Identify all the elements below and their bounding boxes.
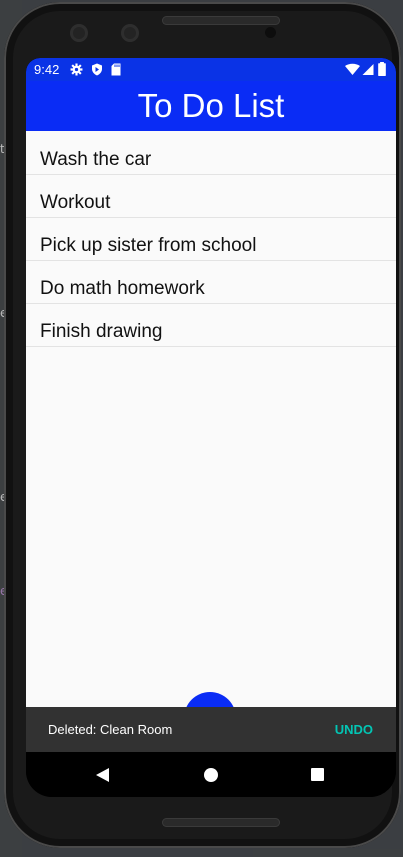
todo-item[interactable]: Pick up sister from school [26, 217, 396, 261]
todo-item[interactable]: Wash the car [26, 131, 396, 175]
signal-icon [362, 64, 374, 75]
sd-card-icon [111, 63, 121, 76]
home-icon[interactable] [204, 768, 218, 782]
device-frame: 9:42 To Do List Wash the car Workout Pic… [4, 2, 401, 848]
todo-item-label: Finish drawing [40, 321, 163, 342]
todo-item-label: Workout [40, 192, 111, 213]
status-bar: 9:42 [26, 58, 396, 81]
front-camera [121, 24, 139, 42]
battery-icon [378, 62, 386, 76]
snackbar-message: Deleted: Clean Room [48, 722, 173, 737]
earpiece-speaker [162, 16, 280, 25]
wifi-icon [345, 63, 360, 75]
todo-item-label: Do math homework [40, 278, 205, 299]
app-title: To Do List [137, 87, 285, 124]
undo-button[interactable]: UNDO [335, 722, 373, 737]
settings-icon [70, 63, 83, 76]
snackbar: Deleted: Clean Room UNDO [26, 707, 396, 752]
todo-item[interactable]: Workout [26, 174, 396, 218]
navigation-bar [26, 752, 396, 797]
ide-status-strip [253, 849, 403, 857]
back-icon[interactable] [96, 768, 110, 782]
status-time: 9:42 [34, 62, 60, 77]
todo-list: Wash the car Workout Pick up sister from… [26, 131, 396, 707]
todo-item[interactable]: Finish drawing [26, 303, 396, 347]
app-bar: To Do List [26, 81, 396, 131]
device-screen: 9:42 To Do List Wash the car Workout Pic… [26, 58, 396, 797]
recents-icon[interactable] [311, 768, 324, 781]
proximity-sensor [265, 27, 276, 38]
bottom-speaker [162, 818, 280, 827]
front-sensor [70, 24, 88, 42]
todo-item[interactable]: Do math homework [26, 260, 396, 304]
todo-item-label: Pick up sister from school [40, 235, 257, 256]
todo-item-label: Wash the car [40, 149, 152, 170]
shield-icon [92, 63, 102, 76]
